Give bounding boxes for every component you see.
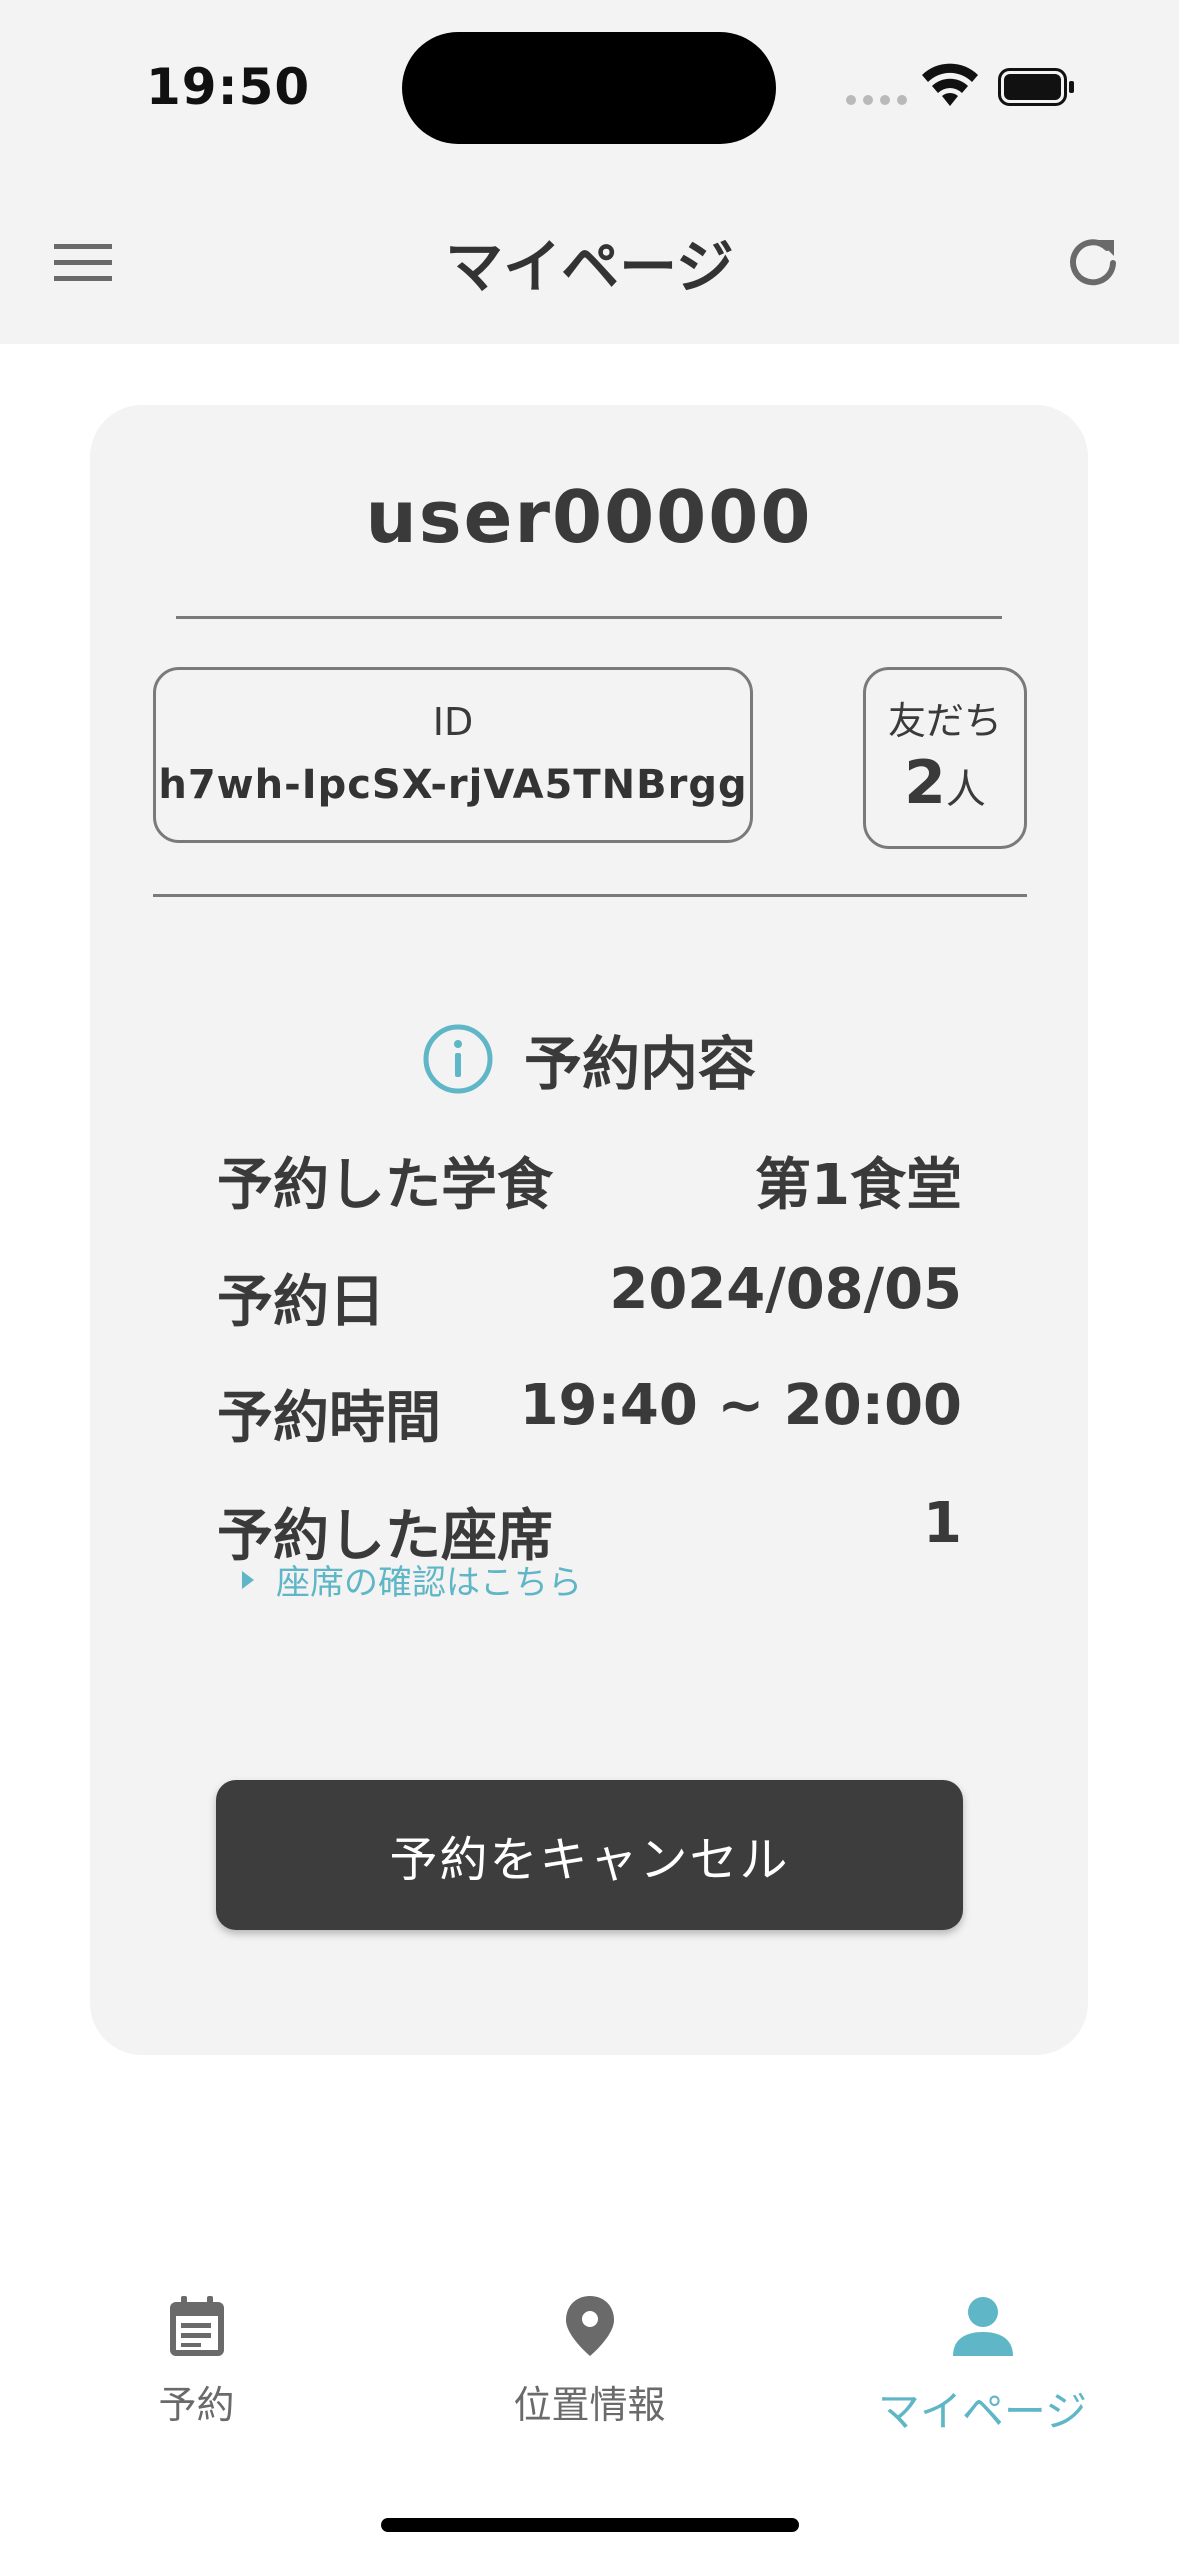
reservation-row-time: 予約時間 19:40 ~ 20:00 <box>217 1373 962 1454</box>
row-label: 予約時間 <box>217 1386 441 1451</box>
tab-mypage[interactable]: マイページ <box>786 2262 1179 2462</box>
id-label: ID <box>432 700 474 744</box>
bottom-tab-bar: 予約 位置情報 マイページ <box>0 2262 1179 2556</box>
divider <box>176 616 1002 619</box>
reservation-row-cafeteria: 予約した学食 第1食堂 <box>217 1140 962 1221</box>
home-indicator <box>381 2518 799 2532</box>
user-id-box: ID h7wh-IpcSX-rjVA5TNBrgg <box>153 667 753 843</box>
battery-icon <box>998 68 1074 106</box>
seat-check-link[interactable]: 座席の確認はこちら <box>242 1555 582 1604</box>
cancel-reservation-button[interactable]: 予約をキャンセル <box>216 1780 963 1930</box>
calendar-icon <box>169 2296 224 2356</box>
cellular-signal-icon <box>846 95 907 105</box>
page-title: マイページ <box>445 233 734 301</box>
reservation-header: 予約内容 <box>90 1017 1088 1101</box>
seat-check-link-text: 座席の確認はこちら <box>276 1563 582 1603</box>
tab-label: 予約 <box>158 2383 235 2427</box>
info-icon <box>423 1024 493 1094</box>
username: user00000 <box>365 475 813 559</box>
app-header: マイページ <box>0 180 1179 344</box>
caret-right-icon <box>242 1570 254 1589</box>
profile-card: user00000 ID h7wh-IpcSX-rjVA5TNBrgg 友だち … <box>90 405 1088 2055</box>
row-value: 2024/08/05 <box>609 1257 962 1322</box>
row-value: 19:40 ~ 20:00 <box>519 1373 962 1438</box>
wifi-icon <box>922 63 978 106</box>
friends-label: 友だち <box>887 699 1002 743</box>
tab-label: マイページ <box>877 2387 1088 2436</box>
reservation-title: 予約内容 <box>523 1030 756 1098</box>
reservation-row-date: 予約日 2024/08/05 <box>217 1257 962 1338</box>
friends-button[interactable]: 友だち 2人 <box>863 667 1027 849</box>
person-icon <box>952 2297 1013 2356</box>
friends-unit: 人 <box>945 767 986 813</box>
location-pin-icon <box>565 2296 614 2356</box>
dynamic-island <box>402 32 776 144</box>
tab-location[interactable]: 位置情報 <box>393 2262 786 2462</box>
tab-reservation[interactable]: 予約 <box>0 2262 393 2462</box>
row-value: 第1食堂 <box>755 1153 962 1218</box>
friends-count: 2人 <box>866 748 1024 818</box>
refresh-icon[interactable] <box>1062 232 1124 294</box>
friends-count-value: 2 <box>904 748 946 818</box>
tab-label: 位置情報 <box>513 2383 666 2427</box>
id-value: h7wh-IpcSX-rjVA5TNBrgg <box>158 762 748 808</box>
divider <box>153 894 1027 897</box>
row-value: 1 <box>923 1491 962 1556</box>
row-label: 予約した学食 <box>217 1153 553 1218</box>
row-label: 予約日 <box>217 1270 385 1335</box>
status-time: 19:50 <box>146 58 311 116</box>
status-bar: 19:50 <box>0 0 1179 180</box>
